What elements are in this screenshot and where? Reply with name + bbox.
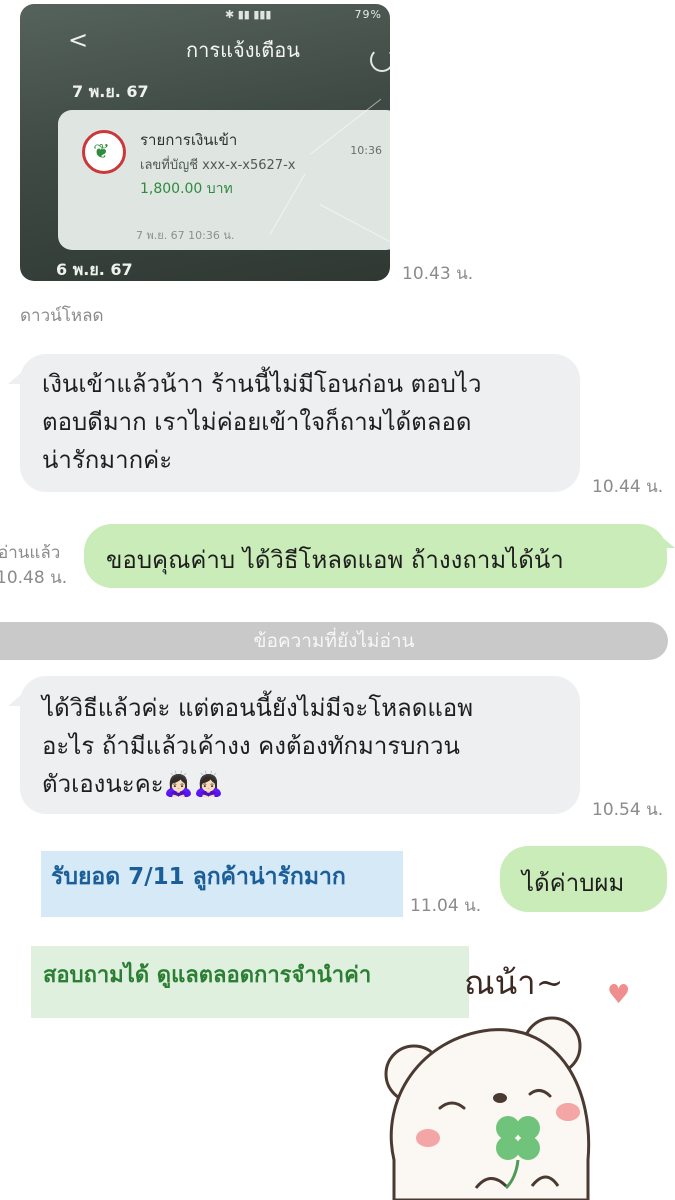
read-receipt: อ่านแล้ว (0, 543, 61, 563)
bubble-tail (663, 538, 675, 548)
message-line: ได้วิธีแล้วค่ะ แต่ตอนนี้ยังไม่มีจะโหลดแอ… (42, 694, 474, 722)
card-time: 10:36 (350, 144, 382, 157)
message-line: ตัวเองนะคะ (42, 770, 164, 798)
date-header: 7 พ.ย. 67 (72, 82, 149, 101)
notification-page-title: การแจ้งเตือน (186, 38, 300, 62)
download-link[interactable]: ดาวน์โหลด (20, 302, 104, 329)
bear-nose (493, 1093, 507, 1103)
message-text: ขอบคุณค่าบ ได้วิธีโหลดแอพ ถ้างงถามได้น้า (106, 546, 564, 574)
incoming-message-bubble[interactable]: ได้วิธีแล้วค่ะ แต่ตอนนี้ยังไม่มีจะโหลดแอ… (20, 676, 580, 814)
notification-screenshot-image[interactable]: ✱ ▮▮ ▮▮▮ 79% < การแจ้งเตือน 7 พ.ย. 67 ❦ … (20, 4, 390, 281)
status-icons: ✱ ▮▮ ▮▮▮ (225, 8, 272, 21)
back-arrow-icon: < (68, 26, 89, 54)
message-text: ได้ค่าบผม (522, 869, 625, 897)
sticker-caption: ณน้า~ (464, 963, 564, 1002)
outgoing-message-bubble[interactable]: ขอบคุณค่าบ ได้วิธีโหลดแอพ ถ้างงถามได้น้า (84, 524, 667, 588)
card-account: เลขที่บัญชี xxx-x-x5627-x (140, 158, 296, 173)
unread-messages-divider: ข้อความที่ยังไม่อ่าน (0, 622, 668, 660)
bear-right-cheek (556, 1103, 580, 1121)
message-time: 10.44 น. (592, 477, 664, 497)
clover-leaf (516, 1136, 540, 1160)
leaf-icon: ❦ (93, 139, 110, 163)
card-title: รายการเงินเข้า (140, 131, 238, 149)
caption-text: สอบถามได้ ดูแลตลอดการจำนำค่า (43, 963, 372, 988)
bank-logo-icon: ❦ (82, 130, 126, 174)
date-header: 6 พ.ย. 67 (56, 260, 133, 279)
message-line-with-emoji: ตัวเองนะคะ🙇🏻‍♀️🙇🏻‍♀️ (42, 768, 223, 802)
message-line: เงินเข้าแล้วน้าา ร้านนี้ไม่มีโอนก่อน ตอบ… (42, 370, 482, 398)
bowing-person-emoji-icon: 🙇🏻‍♀️🙇🏻‍♀️ (163, 770, 224, 798)
bear-left-cheek (416, 1129, 440, 1147)
card-footer-timestamp: 7 พ.ย. 67 10:36 น. (136, 229, 235, 242)
card-amount: 1,800.00 บาท (140, 181, 233, 197)
incoming-message-bubble[interactable]: เงินเข้าแล้วน้าา ร้านนี้ไม่มีโอนก่อน ตอบ… (20, 354, 580, 492)
message-line: ตอบดีมาก เราไม่ค่อยเข้าใจก็ถามได้ตลอด (42, 408, 472, 436)
outgoing-message-bubble[interactable]: ได้ค่าบผม (500, 846, 667, 912)
heart-icon: ♥ (607, 980, 631, 1010)
message-time: 10.54 น. (592, 800, 664, 820)
message-line: น่ารักมากค่ะ (42, 446, 173, 474)
image-sent-time: 10.43 น. (402, 264, 474, 284)
refresh-icon (370, 48, 390, 72)
message-line: อะไร ถ้ามีแล้วเค้างง คงต้องทักมารบกวน (42, 732, 460, 760)
caption-overlay-green: สอบถามได้ ดูแลตลอดการจำนำค่า (31, 946, 469, 1018)
battery-level: 79% (354, 8, 382, 21)
message-time: 11.04 น. (410, 896, 482, 916)
caption-overlay-blue: รับยอด 7/11 ลูกค้าน่ารักมาก (41, 851, 403, 917)
message-time: 10.48 น. (0, 568, 68, 588)
caption-text: รับยอด 7/11 ลูกค้าน่ารักมาก (51, 864, 346, 890)
bear-sticker-image[interactable] (380, 1010, 600, 1200)
